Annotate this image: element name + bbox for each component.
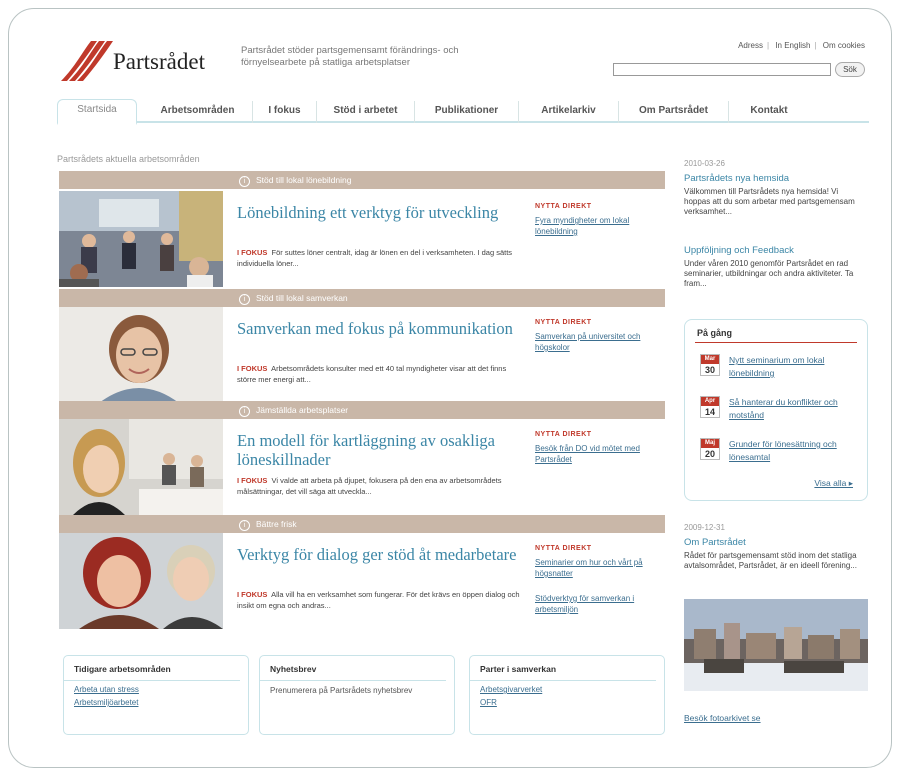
logo[interactable]: Partsrådet — [57, 37, 227, 87]
search-button[interactable]: Sök — [835, 62, 865, 77]
article-teaser: I FOKUS Alla vill ha en verksamhet som f… — [237, 589, 522, 611]
news-link[interactable]: Seminarier om hur och vårt på högsnatter — [535, 557, 659, 579]
tab-kontakt[interactable]: Kontakt — [729, 101, 809, 123]
box-title: Tidigare arbetsområden — [64, 656, 240, 681]
box-text[interactable]: Prenumerera på Partsrådets nyhetsbrev — [260, 681, 454, 696]
news-label: NYTTA DIREKT — [535, 545, 592, 552]
show-all-link[interactable]: Visa alla ▸ — [814, 478, 853, 489]
category-label: Jämställda arbetsplatser — [256, 405, 349, 415]
article-photo[interactable] — [59, 533, 223, 629]
calendar-icon: Maj 20 — [700, 438, 720, 460]
news-date: 2010-03-26 — [684, 159, 725, 168]
box-link[interactable]: Arbeta utan stress — [64, 681, 248, 694]
box-tidigare: Tidigare arbetsområden Arbeta utan stres… — [63, 655, 249, 735]
tab-arbetsomraden[interactable]: Arbetsområden — [143, 101, 253, 123]
news-link-2[interactable]: Stödverktyg för samverkan i arbetsmiljön — [535, 593, 659, 615]
section-title: Partsrådets aktuella arbetsområden — [57, 154, 200, 164]
article-teaser: I FOKUS Vi valde att arbeta på djupet, f… — [237, 475, 522, 497]
meeting-image — [59, 419, 223, 515]
box-nyhetsbrev: Nyhetsbrev Prenumerera på Partsrådets ny… — [259, 655, 455, 735]
article-headline[interactable]: Verktyg för dialog ger stöd åt medarbeta… — [237, 545, 527, 564]
divider — [695, 342, 857, 343]
news-link[interactable]: Besök från DO vid mötet med Partsrådet — [535, 443, 659, 465]
box-title: Parter i samverkan — [470, 656, 656, 681]
news-title[interactable]: Uppföljning och Feedback — [684, 245, 794, 256]
kicker: I FOKUS — [237, 476, 268, 485]
tab-i-fokus[interactable]: I fokus — [253, 101, 317, 123]
event-link[interactable]: Grunder för lönesättning och lönesamtal — [729, 438, 859, 464]
top-link-english[interactable]: In English — [775, 41, 810, 50]
city-photo[interactable] — [684, 599, 868, 691]
event-link[interactable]: Nytt seminarium om lokal lönebildning — [729, 354, 859, 380]
category-label: Stöd till lokal lönebildning — [256, 175, 352, 185]
article-photo[interactable] — [59, 307, 223, 403]
news-label: NYTTA DIREKT — [535, 203, 592, 210]
category-label: Stöd till lokal samverkan — [256, 293, 348, 303]
main-nav: Startsida Arbetsområden I fokus Stöd i a… — [57, 97, 869, 125]
box-title: Nyhetsbrev — [260, 656, 446, 681]
article-teaser: I FOKUS Arbetsområdets konsulter med ett… — [237, 363, 522, 385]
news-title[interactable]: Om Partsrådet — [684, 537, 746, 548]
article-headline[interactable]: Samverkan med fokus på kommunikation — [237, 319, 527, 338]
news-text: Under våren 2010 genomför Partsrådet en … — [684, 259, 854, 288]
kicker: I FOKUS — [237, 364, 268, 373]
teaser-text: För suttes löner centralt, idag är lönen… — [237, 248, 513, 268]
event-link[interactable]: Så hanterar du konflikter och motstånd — [729, 396, 859, 422]
tab-artikelarkiv[interactable]: Artikelarkiv — [519, 101, 619, 123]
calendar-icon: Apr 14 — [700, 396, 720, 418]
category-bar[interactable]: i Jämställda arbetsplatser — [59, 401, 665, 419]
upcoming-title: På gång — [697, 328, 733, 338]
tab-startsida[interactable]: Startsida — [57, 99, 137, 125]
info-icon: i — [239, 176, 250, 187]
tab-publikationer[interactable]: Publikationer — [415, 101, 519, 123]
logo-icon — [61, 41, 113, 81]
news-label: NYTTA DIREKT — [535, 431, 592, 438]
info-icon: i — [239, 406, 250, 417]
top-link-cookies[interactable]: Om cookies — [823, 41, 865, 50]
news-date: 2009-12-31 — [684, 523, 725, 532]
news-link[interactable]: Samverkan på universitet och högskolor — [535, 331, 659, 353]
top-link-adress[interactable]: Adress — [738, 41, 763, 50]
box-link[interactable]: Arbetsmiljöarbetet — [64, 694, 248, 707]
calendar-icon: Mar 30 — [700, 354, 720, 376]
box-link[interactable]: Arbetsgivarverket — [470, 681, 664, 694]
tab-stod-i-arbetet[interactable]: Stöd i arbetet — [317, 101, 415, 123]
logo-text: Partsrådet — [113, 49, 205, 74]
article-headline[interactable]: En modell för kartläggning av osakliga l… — [237, 431, 527, 469]
kicker: I FOKUS — [237, 590, 268, 599]
category-bar[interactable]: i Bättre frisk — [59, 515, 665, 533]
teaser-text: Arbetsområdets konsulter med ett 40 tal … — [237, 364, 507, 384]
category-bar[interactable]: i Stöd till lokal samverkan — [59, 289, 665, 307]
box-parter: Parter i samverkan Arbetsgivarverket OFR — [469, 655, 665, 735]
info-icon: i — [239, 520, 250, 531]
article-teaser: I FOKUS För suttes löner centralt, idag … — [237, 247, 522, 269]
news-label: NYTTA DIREKT — [535, 319, 592, 326]
page-frame: Partsrådet Partsrådet stöder partsgemens… — [8, 8, 892, 768]
info-icon: i — [239, 294, 250, 305]
conference-image — [59, 191, 223, 287]
upcoming-events-box: På gång Mar 30 Nytt seminarium om lokal l… — [684, 319, 868, 501]
category-bar[interactable]: i Stöd till lokal lönebildning — [59, 171, 665, 189]
tab-om-partsradet[interactable]: Om Partsrådet — [619, 101, 729, 123]
kicker: I FOKUS — [237, 248, 268, 257]
category-label: Bättre frisk — [256, 519, 297, 529]
article-photo[interactable] — [59, 419, 223, 515]
photo-archive-link[interactable]: Besök fotoarkivet se — [684, 713, 761, 723]
search-input[interactable] — [613, 63, 831, 76]
teaser-text: Vi valde att arbeta på djupet, fokusera … — [237, 476, 502, 496]
news-title[interactable]: Partsrådets nya hemsida — [684, 173, 789, 184]
box-link[interactable]: OFR — [470, 694, 664, 707]
article-headline[interactable]: Lönebildning ett verktyg för utveckling — [237, 203, 527, 222]
news-text: Rådet för partsgemensamt stöd inom det s… — [684, 551, 857, 570]
news-link[interactable]: Fyra myndigheter om lokal lönebildning — [535, 215, 659, 237]
portrait-image — [59, 307, 223, 403]
teaser-text: Alla vill ha en verksamhet som fungerar.… — [237, 590, 520, 610]
city-image — [684, 599, 868, 691]
top-links: Adress | In English | Om cookies — [738, 41, 865, 50]
dialog-image — [59, 533, 223, 629]
news-text: Välkommen till Partsrådets nya hemsida! … — [684, 187, 855, 216]
tagline: Partsrådet stöder partsgemensamt förändr… — [241, 45, 459, 68]
article-photo[interactable] — [59, 191, 223, 287]
